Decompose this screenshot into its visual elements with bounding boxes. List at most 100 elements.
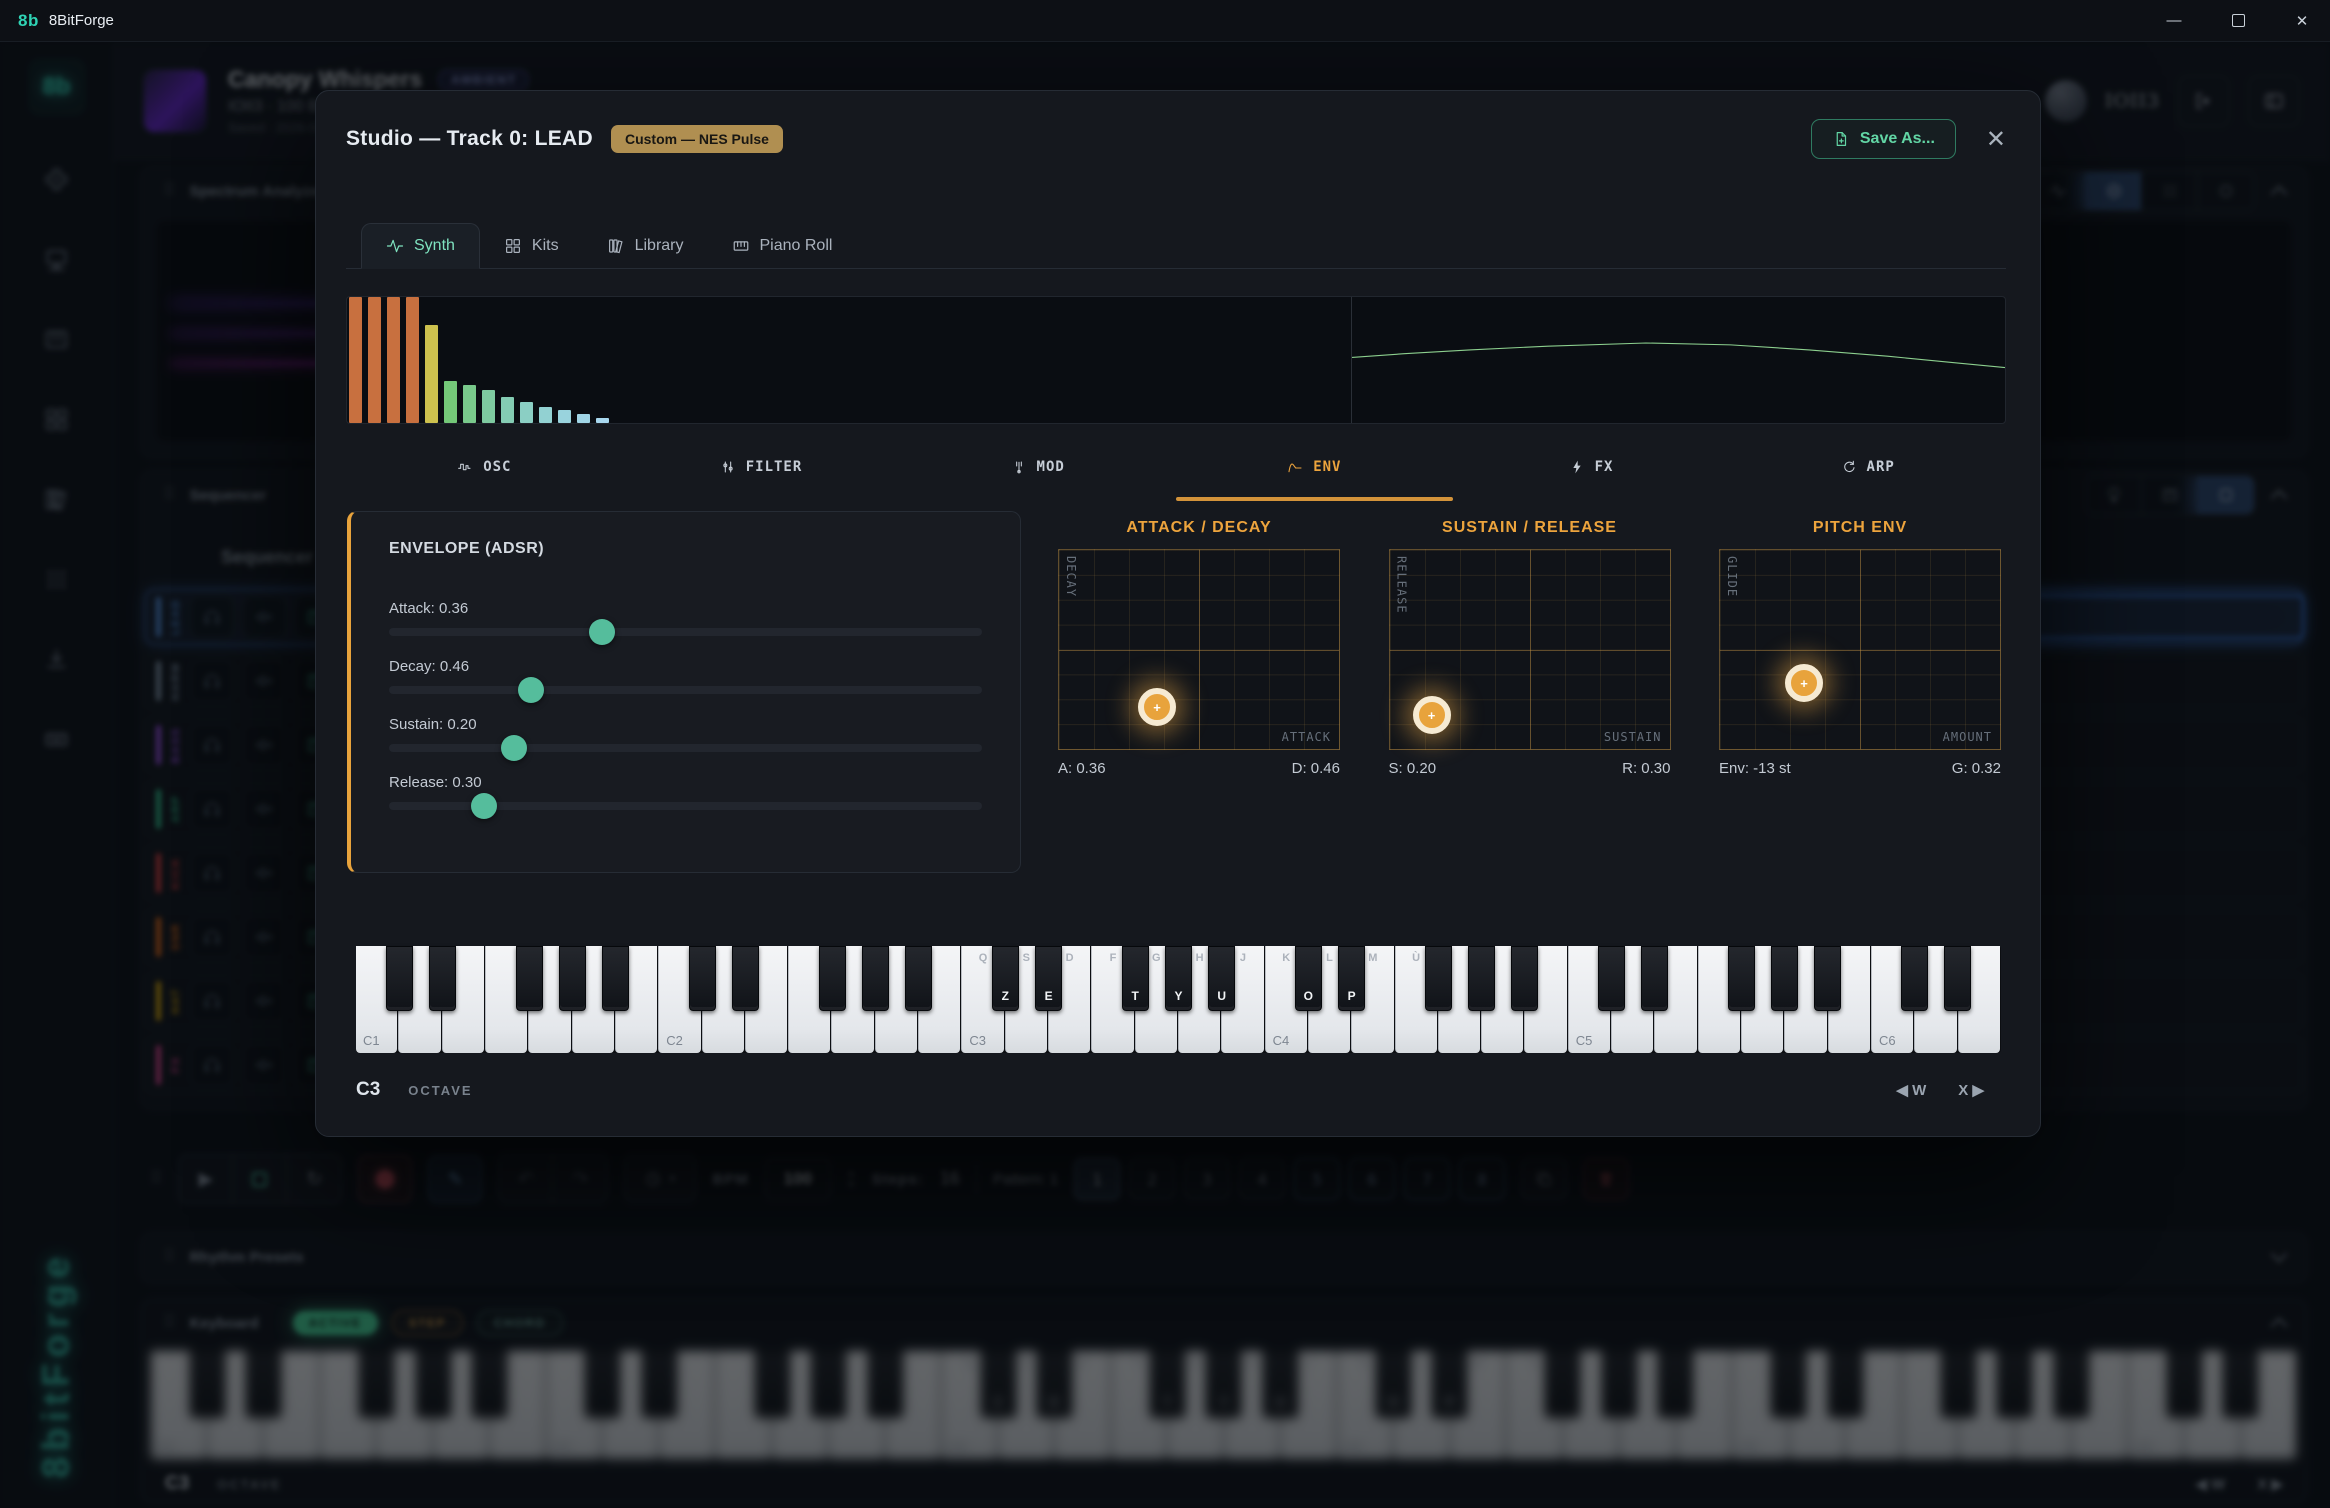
black-key[interactable]: Y	[1165, 946, 1192, 1011]
subtab-fx[interactable]: FX	[1453, 451, 1730, 501]
pad-grid[interactable]: RELEASESUSTAIN	[1389, 549, 1671, 750]
black-key[interactable]	[516, 946, 543, 1011]
pad-grid[interactable]: GLIDEAMOUNT	[1719, 549, 2001, 750]
tab-library[interactable]: Library	[583, 223, 708, 268]
grid-icon	[504, 237, 522, 255]
black-key[interactable]: U	[1208, 946, 1235, 1011]
harmonic-bar	[539, 407, 552, 423]
slider-label: Decay: 0.46	[389, 658, 982, 675]
slider-track[interactable]	[389, 802, 982, 810]
modal-title: Studio — Track 0: LEAD	[346, 127, 593, 151]
pad-value-right: G: 0.32	[1952, 760, 2001, 777]
maximize-icon	[2232, 14, 2245, 27]
save-as-button[interactable]: Save As...	[1811, 119, 1956, 159]
slider-track[interactable]	[389, 744, 982, 752]
black-key[interactable]	[862, 946, 889, 1011]
pad-puck[interactable]	[1785, 664, 1823, 702]
black-key[interactable]: Z	[992, 946, 1019, 1011]
app-logo: 8b	[18, 11, 39, 31]
harmonic-bar	[368, 297, 381, 423]
pad-puck[interactable]	[1138, 688, 1176, 726]
xy-pad-pitch-env: PITCH ENVGLIDEAMOUNTEnv: -13 stG: 0.32	[1719, 519, 2001, 777]
subtab-label: ARP	[1867, 459, 1895, 475]
black-key[interactable]: T	[1122, 946, 1149, 1011]
wave-icon	[386, 237, 404, 255]
black-key[interactable]	[386, 946, 413, 1011]
window-controls: — ✕	[2164, 11, 2312, 31]
black-key[interactable]	[905, 946, 932, 1011]
key-hint-label: M	[1368, 952, 1377, 964]
tab-kits[interactable]: Kits	[480, 223, 583, 268]
studio-modal: Studio — Track 0: LEAD Custom — NES Puls…	[315, 90, 2041, 1137]
pad-values: S: 0.20 R: 0.30	[1389, 760, 1671, 777]
black-key[interactable]	[1598, 946, 1625, 1011]
pad-value-right: R: 0.30	[1622, 760, 1670, 777]
black-key[interactable]: E	[1035, 946, 1062, 1011]
black-key[interactable]	[689, 946, 716, 1011]
harmonic-bar	[444, 381, 457, 423]
xy-pad-sustain-release: SUSTAIN / RELEASERELEASESUSTAINS: 0.20R:…	[1389, 519, 1671, 777]
harmonic-bar	[501, 397, 514, 423]
black-key[interactable]	[602, 946, 629, 1011]
octave-down-button[interactable]: ◀ W	[1896, 1081, 1926, 1099]
key-hint-label: Z	[1002, 989, 1009, 1003]
octave-up-button[interactable]: X ▶	[1958, 1081, 1984, 1099]
tab-synth[interactable]: Synth	[361, 223, 480, 269]
black-key[interactable]	[1944, 946, 1971, 1011]
black-key[interactable]	[429, 946, 456, 1011]
subtab-arp[interactable]: ARP	[1729, 451, 2006, 501]
synth-visualizer	[346, 296, 2006, 424]
slider-track[interactable]	[389, 686, 982, 694]
slider-thumb[interactable]	[471, 793, 497, 819]
pad-puck[interactable]	[1413, 696, 1451, 734]
slider-thumb[interactable]	[518, 677, 544, 703]
subtab-filter[interactable]: FILTER	[623, 451, 900, 501]
key-hint-label: K	[1282, 952, 1290, 964]
tab-label: Library	[635, 237, 684, 255]
harmonic-bar	[577, 414, 590, 423]
black-key[interactable]	[1728, 946, 1755, 1011]
maximize-button[interactable]	[2228, 11, 2248, 31]
black-key[interactable]	[1901, 946, 1928, 1011]
pianoroll-icon	[732, 237, 750, 255]
harmonics-bars	[347, 297, 1352, 423]
black-key[interactable]: O	[1295, 946, 1322, 1011]
pad-grid[interactable]: DECAYATTACK	[1058, 549, 1340, 750]
minimize-button[interactable]: —	[2164, 11, 2184, 31]
harmonic-bar	[596, 418, 609, 423]
synth-section-tabs: OSCFILTERMODENVFX ARP	[346, 451, 2006, 501]
key-hint-label: Y	[1174, 989, 1182, 1003]
black-key[interactable]	[1641, 946, 1668, 1011]
tab-piano-roll[interactable]: Piano Roll	[708, 223, 857, 268]
slider-track[interactable]	[389, 628, 982, 636]
subtab-osc[interactable]: OSC	[346, 451, 623, 501]
black-key[interactable]	[1511, 946, 1538, 1011]
pad-y-axis-label: RELEASE	[1395, 556, 1409, 614]
black-key[interactable]	[559, 946, 586, 1011]
slider-thumb[interactable]	[589, 619, 615, 645]
subtab-mod[interactable]: MOD	[899, 451, 1176, 501]
black-key[interactable]: P	[1338, 946, 1365, 1011]
waveform-preview	[1352, 297, 2005, 423]
black-key[interactable]	[1468, 946, 1495, 1011]
close-window-button[interactable]: ✕	[2292, 11, 2312, 31]
harmonic-bar	[482, 390, 495, 423]
pad-values: Env: -13 stG: 0.32	[1719, 760, 2001, 777]
octave-key-label: C4	[1273, 1033, 1290, 1048]
arp-icon	[1841, 459, 1857, 475]
titlebar: 8b 8BitForge — ✕	[0, 0, 2330, 42]
pad-value-left: S: 0.20	[1389, 760, 1437, 777]
filter-icon	[720, 459, 736, 475]
black-key[interactable]	[1425, 946, 1452, 1011]
black-key[interactable]	[732, 946, 759, 1011]
black-key[interactable]	[1814, 946, 1841, 1011]
octave-label: OCTAVE	[408, 1083, 472, 1098]
octave-key-label: C2	[666, 1033, 683, 1048]
black-key[interactable]	[1771, 946, 1798, 1011]
slider-label: Release: 0.30	[389, 774, 982, 791]
close-modal-button[interactable]: ✕	[1986, 125, 2006, 154]
subtab-env[interactable]: ENV	[1176, 451, 1453, 501]
slider-thumb[interactable]	[501, 735, 527, 761]
black-key[interactable]	[819, 946, 846, 1011]
key-hint-label: T	[1132, 989, 1139, 1003]
